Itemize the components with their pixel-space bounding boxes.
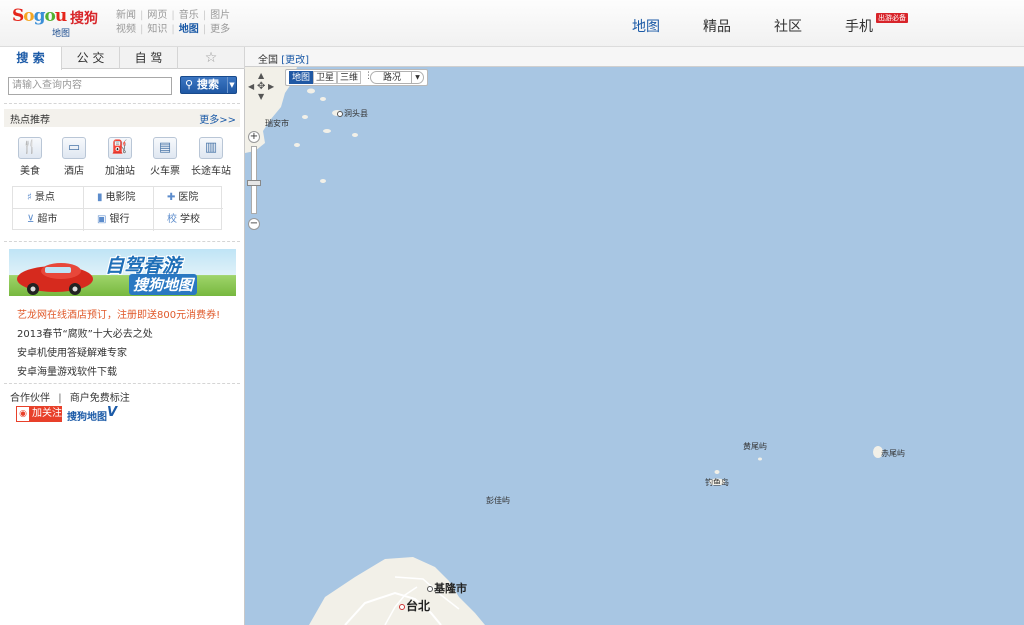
nav-mobile[interactable]: 手机 [845,16,873,36]
category-bank[interactable]: ▣ 银行 [83,209,153,231]
island [320,179,326,183]
weibo-account-name[interactable]: 搜狗地图 [67,408,107,423]
divider [4,241,240,242]
divider [4,103,240,104]
traffic-select[interactable]: 路况 ▼ [370,71,424,84]
news-link-2[interactable]: 2013春节“腐败”十大必去之处 [17,325,153,340]
category-supermarket[interactable]: ⊻ 超市 [13,209,83,231]
tab-search[interactable]: 搜 索 [0,47,62,70]
map-label-pengjia[interactable]: 彭佳屿 [486,495,510,506]
bus-icon: ▥ [199,137,223,159]
bank-icon: ▣ [97,214,107,225]
spring-drive-banner[interactable]: 自驾春游 搜狗地图 [9,249,236,296]
island [320,97,326,101]
poi-train-ticket[interactable]: ▤ 火车票 [143,137,187,177]
island [323,129,331,133]
zoom-slider-handle[interactable] [247,180,261,186]
pan-center-icon[interactable]: ✥ [257,81,265,92]
nav-map[interactable]: 地图 [632,16,660,36]
pan-left-icon[interactable]: ◀ [248,82,254,91]
hot-recommend-header: 热点推荐 更多>> [4,109,240,127]
islet [714,470,720,474]
tab-drive[interactable]: 自 驾 [120,47,178,69]
weibo-icon: ◉ [16,406,30,422]
hospital-icon: ✚ [167,192,176,203]
map-type-map[interactable]: 地图 [289,71,314,84]
poi-bus-station[interactable]: ▥ 长途车站 [189,137,233,177]
pan-control[interactable]: ▲ ◀ ✥ ▶ ▼ [246,71,276,101]
divider [4,383,240,384]
verified-v-icon: V [107,405,118,420]
partners-link[interactable]: 合作伙伴 [10,393,50,404]
poi-food[interactable]: 🍴 美食 [8,137,52,177]
map-label-dongtou[interactable]: 洞头县 [337,108,368,119]
change-region-link[interactable]: [更改] [281,55,309,66]
zoom-out-button[interactable]: − [248,218,260,230]
map-canvas[interactable]: 全国 [更改] ▲ ◀ ✥ ▶ ▼ + − 地图 卫星 三维 ⋮ 路况 ▼ 洞头县… [245,47,1024,625]
island [352,133,358,137]
map-label-taipei[interactable]: 台北 [399,597,430,614]
island [307,88,315,94]
map-label-diaoyu[interactable]: 钓鱼岛 [705,477,729,488]
search-input[interactable]: 请输入查询内容 [8,77,172,95]
banner-subtitle: 搜狗地图 [129,274,198,295]
fuel-pump-icon: ⛽ [108,137,132,159]
poi-gas-station[interactable]: ⛽ 加油站 [98,137,142,177]
pan-up-icon[interactable]: ▲ [258,71,264,80]
region-label: 全国 [更改] [258,55,309,66]
hot-recommend-title: 热点推荐 [10,115,50,126]
news-link-1[interactable]: 艺龙网在线酒店预订，注册即送800元消费券! [17,306,220,321]
weibo-follow-button[interactable]: ◉ 加关注 [16,406,62,422]
left-panel: 搜 索 公 交 自 驾 ☆ 请输入查询内容 ⚲ 搜索 ▼ 热点推荐 更多>> 🍴 … [0,47,245,625]
category-hospital[interactable]: ✚ 医院 [153,187,223,209]
category-scenic[interactable]: ♯ 景点 [13,187,83,209]
poi-hotel[interactable]: ▭ 酒店 [52,137,96,177]
category-cinema[interactable]: ▮ 电影院 [83,187,153,209]
news-link-3[interactable]: 安卓机使用答疑解难专家 [17,344,127,359]
tab-transit[interactable]: 公 交 [62,47,120,69]
top-header: Sogou 搜狗 地图 新闻 | 网页 | 音乐 | 图片 视频 | 知识 | 地图 | 更多 地图 精… [0,0,1024,47]
main-nav: 地图 精品 社区 手机 出游必备 [0,0,1024,47]
region-bar: 全国 [更改] [245,47,1024,67]
school-icon: 校 [167,214,177,225]
navigation-control: ▲ ◀ ✥ ▶ ▼ + − [245,67,274,230]
zoom-in-button[interactable]: + [248,131,260,143]
mode-tabs: 搜 索 公 交 自 驾 ☆ [0,47,245,70]
map-label-keelung[interactable]: 基隆市 [427,580,467,596]
merchant-free-mark-link[interactable]: 商户免费标注 [70,393,130,404]
map-type-3d[interactable]: 三维 [337,71,362,84]
nav-community[interactable]: 社区 [774,16,802,36]
category-school[interactable]: 校学校 [153,209,223,231]
pan-down-icon[interactable]: ▼ [258,92,264,101]
ticket-icon: ▤ [153,137,177,159]
map-type-satellite[interactable]: 卫星 [313,71,338,84]
map-label-ruian[interactable]: 瑞安市 [265,118,289,129]
fork-knife-icon: 🍴 [18,137,42,159]
map-type-control: 地图 卫星 三维 ⋮ 路况 ▼ [285,69,428,86]
chevron-down-icon: ▼ [411,72,423,83]
search-icon: ⚲ [185,78,194,91]
search-button-label: 搜索 [197,78,219,91]
search-button[interactable]: ⚲ 搜索 ▼ [180,76,237,94]
mobile-badge: 出游必备 [876,13,908,23]
footer-links: 合作伙伴 | 商户免费标注 [10,393,130,404]
news-link-4[interactable]: 安卓海量游戏软件下载 [17,363,117,378]
category-grid: ♯ 景点 ▮ 电影院 ✚ 医院 ⊻ 超市 ▣ 银行 校学校 [12,186,223,231]
cinema-icon: ▮ [97,192,103,203]
cart-icon: ⊻ [27,214,35,225]
islet [758,457,762,461]
bed-icon: ▭ [62,137,86,159]
tab-favorites[interactable]: ☆ [178,47,245,69]
landmark-icon: ♯ [27,192,32,203]
pan-right-icon[interactable]: ▶ [268,82,274,91]
search-dropdown-icon[interactable]: ▼ [227,77,236,93]
nav-featured[interactable]: 精品 [703,16,731,36]
island [302,115,308,119]
map-graphics [245,67,883,625]
more-link[interactable]: 更多>> [199,111,236,126]
island [294,143,300,147]
map-label-chiwei[interactable]: 赤尾屿 [881,448,905,459]
map-label-huangwei[interactable]: 黄尾屿 [743,441,767,452]
